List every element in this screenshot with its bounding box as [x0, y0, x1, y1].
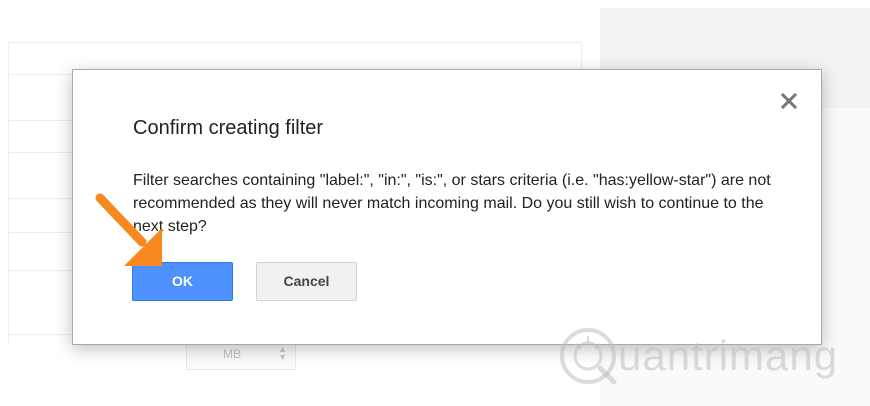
close-icon[interactable] — [778, 90, 800, 112]
ok-button[interactable]: OK — [132, 262, 233, 301]
form-divider — [8, 198, 72, 199]
form-divider — [8, 270, 72, 271]
size-unit-label: MB — [223, 347, 241, 361]
dialog-message: Filter searches containing "label:", "in… — [133, 172, 771, 235]
spinner-icon[interactable]: ▲ ▼ — [278, 345, 287, 362]
form-divider — [8, 152, 72, 153]
dialog-title: Confirm creating filter — [133, 117, 324, 139]
spinner-down-icon[interactable]: ▼ — [278, 353, 287, 362]
form-divider — [8, 232, 72, 233]
form-divider — [8, 120, 72, 121]
cancel-button[interactable]: Cancel — [256, 262, 357, 301]
confirm-filter-dialog: Confirm creating filter Filter searches … — [72, 69, 822, 345]
form-divider — [8, 334, 72, 335]
page: MB ▲ ▼ Confirm creating filter Filter se… — [0, 0, 870, 406]
close-button[interactable] — [778, 90, 800, 112]
